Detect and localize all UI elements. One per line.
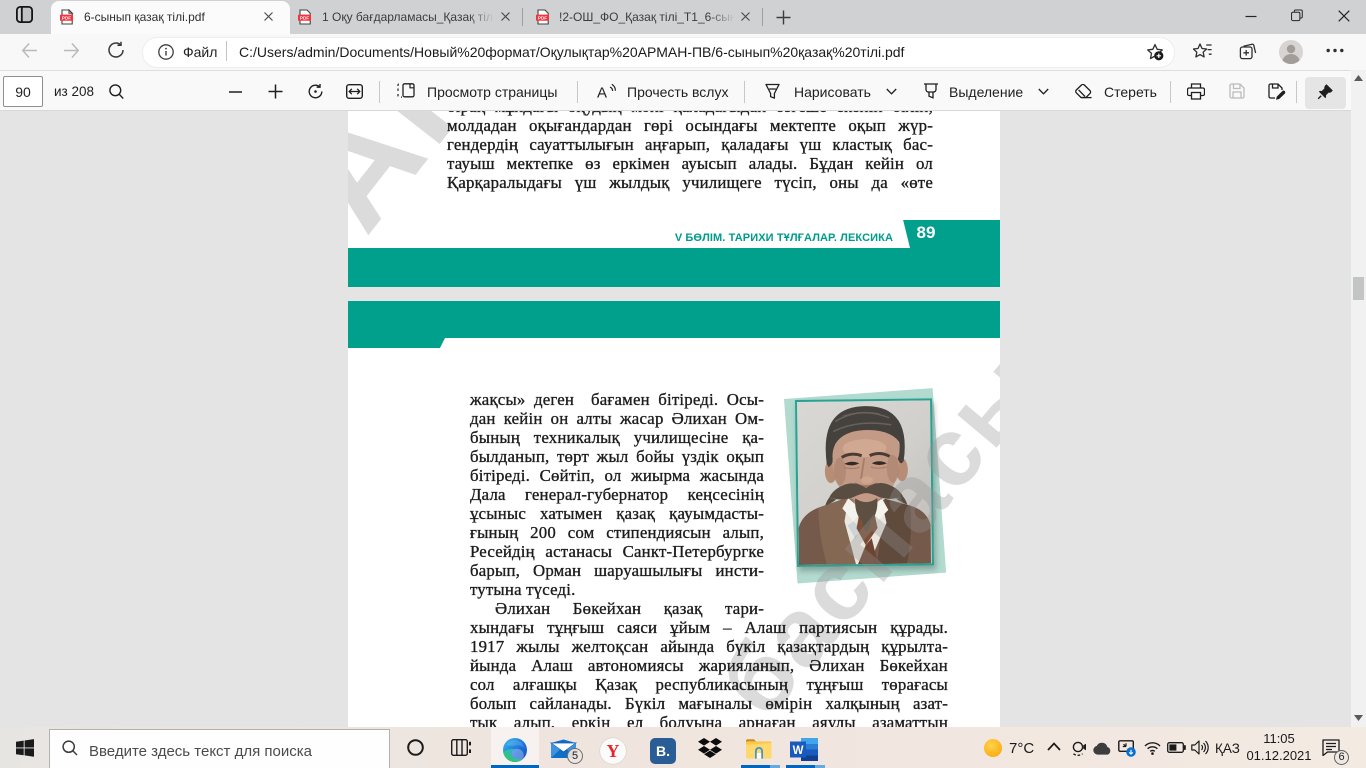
svg-text:PDF: PDF <box>62 16 71 21</box>
svg-text:W: W <box>793 745 804 757</box>
svg-text:PDF: PDF <box>538 16 547 21</box>
svg-text:PDF: PDF <box>300 16 309 21</box>
svg-text:A: A <box>597 85 607 102</box>
